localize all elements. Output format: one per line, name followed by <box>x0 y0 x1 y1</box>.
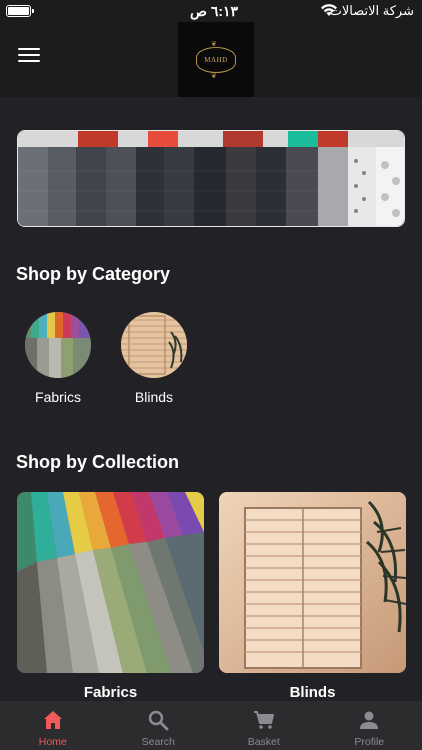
collection-section-title: Shop by Collection <box>16 452 180 472</box>
bottom-navigation: Home Search Basket Profile <box>0 701 422 750</box>
nav-search[interactable]: Search <box>106 701 212 750</box>
nav-basket-label: Basket <box>247 736 280 748</box>
fabric-swatches-banner-image <box>18 131 404 226</box>
carrier-name: شركة الاتصالات <box>329 3 414 18</box>
nav-home[interactable]: Home <box>0 701 106 750</box>
search-icon <box>149 710 169 731</box>
category-fabrics-label: Fabrics <box>35 389 81 405</box>
collection-fabrics[interactable]: Fabrics <box>17 492 204 701</box>
battery-icon <box>6 5 34 17</box>
nav-profile-label: Profile <box>354 736 385 748</box>
nav-home-label: Home <box>38 736 67 748</box>
category-blinds[interactable]: Blinds <box>121 312 187 405</box>
home-icon <box>43 711 62 729</box>
hero-banner[interactable] <box>17 130 405 227</box>
category-blinds-label: Blinds <box>134 389 174 405</box>
hamburger-menu-icon[interactable] <box>18 48 40 66</box>
status-time: ٦:١٣ ص <box>190 3 239 19</box>
nav-search-label: Search <box>141 736 175 748</box>
brand-logo: ❦ MAHD ❦ <box>178 22 254 97</box>
category-section-title: Shop by Category <box>16 264 171 284</box>
category-fabrics[interactable]: Fabrics <box>25 312 91 405</box>
category-fabrics-image <box>25 312 91 378</box>
category-blinds-image <box>121 312 187 378</box>
app-header: ❦ MAHD ❦ <box>0 22 422 97</box>
logo-emblem: ❦ MAHD ❦ <box>196 41 236 80</box>
cart-icon <box>253 711 274 729</box>
nav-basket[interactable]: Basket <box>211 701 317 750</box>
collection-blinds-image <box>219 492 406 673</box>
collection-fabrics-label: Fabrics <box>83 684 138 701</box>
collection-blinds[interactable]: Blinds <box>219 492 406 701</box>
collection-fabrics-image <box>17 492 204 673</box>
collection-blinds-label: Blinds <box>289 684 336 701</box>
logo-text: MAHD <box>204 55 228 64</box>
nav-profile[interactable]: Profile <box>317 701 422 750</box>
person-icon <box>360 711 379 729</box>
status-bar: ٦:١٣ ص شركة الاتصالات <box>0 0 422 22</box>
